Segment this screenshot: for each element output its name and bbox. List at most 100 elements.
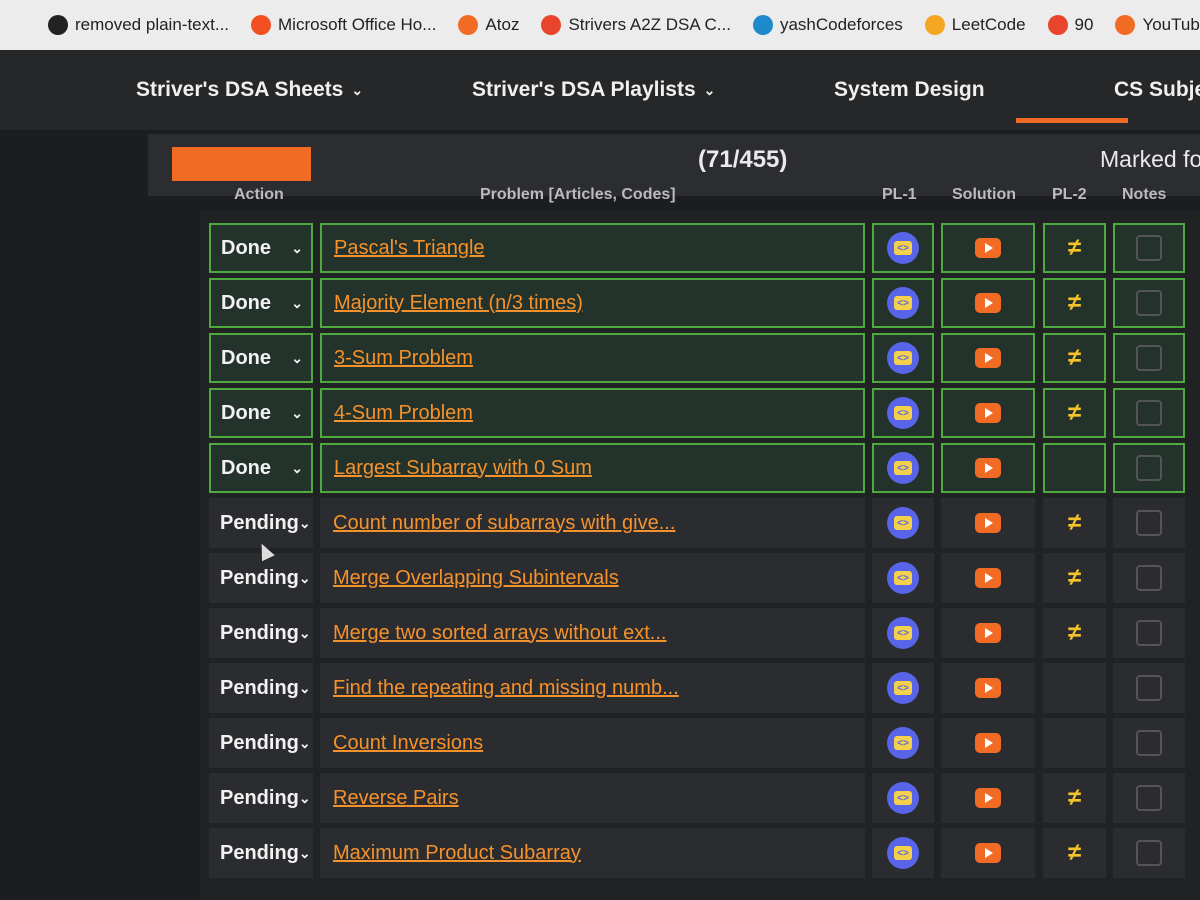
bookmark-item[interactable]: Strivers A2Z DSA C... — [541, 15, 731, 35]
solution-cell[interactable] — [941, 388, 1035, 438]
status-dropdown[interactable]: Done ⌄ — [209, 443, 313, 493]
status-dropdown[interactable]: Pending ⌄ — [209, 663, 313, 713]
status-dropdown[interactable]: Done ⌄ — [209, 388, 313, 438]
bookmark-item[interactable]: Microsoft Office Ho... — [251, 15, 436, 35]
notes-cell[interactable] — [1113, 553, 1185, 603]
problem-link[interactable]: Largest Subarray with 0 Sum — [320, 443, 865, 493]
problem-link[interactable]: 4-Sum Problem — [320, 388, 865, 438]
chevron-down-icon: ⌄ — [291, 459, 303, 476]
youtube-icon — [975, 678, 1001, 698]
notes-cell[interactable] — [1113, 828, 1185, 878]
pl2-cell[interactable]: ≠ — [1043, 388, 1106, 438]
status-dropdown[interactable]: Pending ⌄ — [209, 773, 313, 823]
pl2-cell[interactable]: ≠ — [1043, 333, 1106, 383]
notes-cell[interactable] — [1113, 608, 1185, 658]
problem-link[interactable]: Merge two sorted arrays without ext... — [320, 608, 865, 658]
notes-cell[interactable] — [1113, 498, 1185, 548]
pl1-cell[interactable]: <> — [872, 333, 934, 383]
pl1-cell[interactable]: <> — [872, 608, 934, 658]
status-dropdown[interactable]: Pending ⌄ — [209, 828, 313, 878]
problem-link[interactable]: Merge Overlapping Subintervals — [320, 553, 865, 603]
chevron-down-icon: ⌄ — [298, 789, 311, 806]
codingninjas-icon: <> — [887, 617, 919, 649]
status-dropdown[interactable]: Pending ⌄ — [209, 608, 313, 658]
pl1-cell[interactable]: <> — [872, 443, 934, 493]
nav-dsa-playlists[interactable]: Striver's DSA Playlists ⌄ — [472, 78, 715, 102]
problem-title: 3-Sum Problem — [334, 346, 473, 369]
pl2-cell[interactable]: ≠ — [1043, 608, 1106, 658]
problem-link[interactable]: 3-Sum Problem — [320, 333, 865, 383]
bookmark-item[interactable]: YouTube — [1115, 15, 1200, 35]
solution-cell[interactable] — [941, 608, 1035, 658]
solution-cell[interactable] — [941, 443, 1035, 493]
youtube-icon — [975, 568, 1001, 588]
notes-cell[interactable] — [1113, 663, 1185, 713]
notes-cell[interactable] — [1113, 388, 1185, 438]
pl1-cell[interactable]: <> — [872, 828, 934, 878]
problem-link[interactable]: Reverse Pairs — [320, 773, 865, 823]
problem-link[interactable]: Find the repeating and missing numb... — [320, 663, 865, 713]
nav-cs-subjects[interactable]: CS Subjec — [1114, 78, 1200, 102]
bookmark-label: Microsoft Office Ho... — [278, 15, 437, 34]
tuf-icon — [541, 15, 562, 35]
solution-cell[interactable] — [941, 278, 1035, 328]
notes-cell[interactable] — [1113, 278, 1185, 328]
solution-cell[interactable] — [941, 553, 1035, 603]
status-dropdown[interactable]: Done ⌄ — [209, 333, 313, 383]
notes-icon — [1136, 345, 1162, 371]
status-value: Pending — [220, 841, 299, 864]
pl2-cell[interactable] — [1043, 443, 1106, 493]
chevron-down-icon: ⌄ — [291, 349, 303, 366]
notes-cell[interactable] — [1113, 443, 1185, 493]
solution-cell[interactable] — [941, 498, 1035, 548]
pl1-cell[interactable]: <> — [872, 278, 934, 328]
codingninjas-icon: <> — [887, 342, 919, 374]
pl2-cell[interactable]: ≠ — [1043, 553, 1106, 603]
solution-cell[interactable] — [941, 773, 1035, 823]
pl2-cell[interactable] — [1043, 718, 1106, 768]
nav-dsa-sheets[interactable]: Striver's DSA Sheets ⌄ — [136, 78, 363, 102]
status-dropdown[interactable]: Done ⌄ — [209, 223, 313, 273]
problem-link[interactable]: Count number of subarrays with give... — [320, 498, 865, 548]
notes-cell[interactable] — [1113, 773, 1185, 823]
notes-cell[interactable] — [1113, 223, 1185, 273]
pl1-cell[interactable]: <> — [872, 223, 934, 273]
bookmark-item[interactable]: Atoz — [458, 15, 519, 35]
solution-cell[interactable] — [941, 718, 1035, 768]
header-notes: Notes — [1122, 186, 1167, 203]
youtube-icon — [975, 403, 1001, 423]
status-dropdown[interactable]: Done ⌄ — [209, 278, 313, 328]
solution-cell[interactable] — [941, 663, 1035, 713]
pl1-cell[interactable]: <> — [872, 718, 934, 768]
notes-cell[interactable] — [1113, 718, 1185, 768]
problem-link[interactable]: Count Inversions — [320, 718, 865, 768]
pl2-cell[interactable]: ≠ — [1043, 223, 1106, 273]
solution-cell[interactable] — [941, 333, 1035, 383]
bookmark-item[interactable]: yashCodeforces — [752, 15, 903, 35]
pl1-cell[interactable]: <> — [872, 553, 934, 603]
notes-cell[interactable] — [1113, 333, 1185, 383]
pl2-cell[interactable]: ≠ — [1043, 278, 1106, 328]
solution-cell[interactable] — [941, 828, 1035, 878]
pl1-cell[interactable]: <> — [872, 388, 934, 438]
problem-link[interactable]: Majority Element (n/3 times) — [320, 278, 865, 328]
progress-fill — [172, 147, 311, 181]
bookmark-item[interactable]: 90 — [1047, 15, 1093, 35]
nav-system-design[interactable]: System Design — [834, 78, 985, 102]
pl2-cell[interactable]: ≠ — [1043, 773, 1106, 823]
solution-cell[interactable] — [941, 223, 1035, 273]
pl2-cell[interactable]: ≠ — [1043, 498, 1106, 548]
problem-title: Majority Element (n/3 times) — [334, 291, 583, 314]
problem-link[interactable]: Pascal's Triangle — [320, 223, 865, 273]
bookmark-item[interactable]: removed plain-text... — [48, 15, 229, 35]
status-dropdown[interactable]: Pending ⌄ — [209, 498, 313, 548]
status-dropdown[interactable]: Pending ⌄ — [209, 718, 313, 768]
problem-link[interactable]: Maximum Product Subarray — [320, 828, 865, 878]
pl2-cell[interactable]: ≠ — [1043, 828, 1106, 878]
pl1-cell[interactable]: <> — [872, 773, 934, 823]
pl1-cell[interactable]: <> — [872, 498, 934, 548]
bookmark-label: removed plain-text... — [75, 15, 230, 34]
pl1-cell[interactable]: <> — [872, 663, 934, 713]
bookmark-item[interactable]: LeetCode — [924, 15, 1026, 35]
pl2-cell[interactable] — [1043, 663, 1106, 713]
